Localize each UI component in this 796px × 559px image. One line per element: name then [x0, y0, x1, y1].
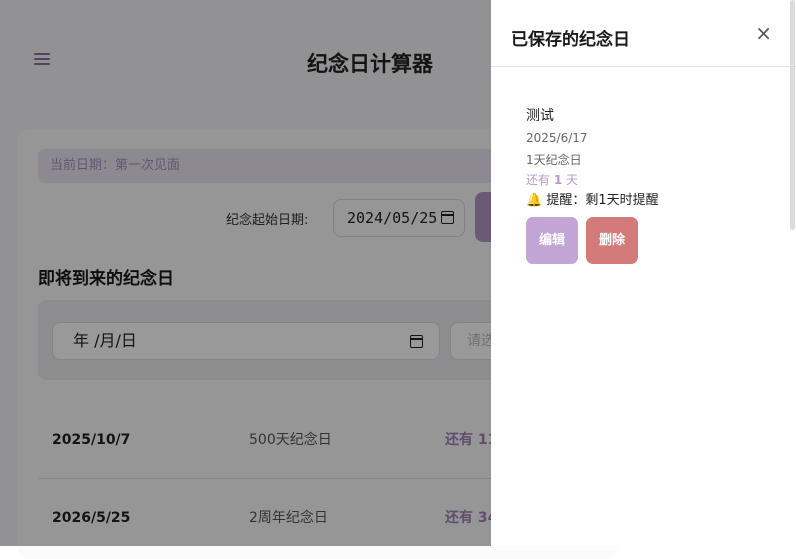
saved-item-type: 1天纪念日: [526, 153, 582, 167]
saved-item-name: 测试: [526, 108, 554, 124]
bell-icon: 🔔: [526, 193, 543, 208]
saved-item-remaining: 还有 1 天: [526, 171, 578, 188]
remaining-prefix: 还有: [526, 173, 554, 187]
remaining-value: 1: [553, 173, 563, 187]
panel-title: 已保存的纪念日: [511, 30, 630, 50]
saved-anniversaries-panel: 已保存的纪念日 × 测试 2025/6/17 1天纪念日 还有 1 天 🔔 提醒…: [491, 0, 796, 546]
remaining-suffix: 天: [562, 173, 579, 187]
edit-button[interactable]: 编辑: [526, 217, 578, 264]
saved-item-date: 2025/6/17: [526, 131, 588, 145]
close-icon[interactable]: ×: [755, 22, 772, 44]
panel-scrollbar[interactable]: [790, 0, 795, 230]
reminder-text: 提醒：剩1天时提醒: [546, 193, 659, 208]
panel-header: 已保存的纪念日 ×: [491, 0, 796, 67]
delete-button[interactable]: 删除: [586, 217, 638, 264]
saved-item-reminder: 🔔 提醒：剩1天时提醒: [526, 189, 659, 208]
